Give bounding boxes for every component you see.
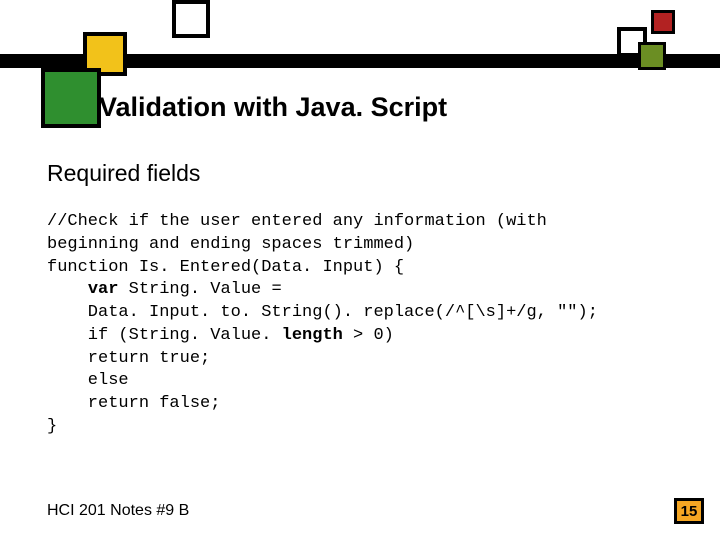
deco-square-white-1: [172, 0, 210, 38]
code-keyword-var: var: [88, 280, 119, 299]
slide-title: Validation with Java. Script: [99, 92, 447, 123]
code-block: //Check if the user entered any informat…: [47, 211, 598, 439]
code-text: String. Value =: [118, 280, 281, 299]
code-indent: [47, 280, 88, 299]
code-line: function Is. Entered(Data. Input) {: [47, 258, 404, 277]
deco-square-green: [41, 68, 101, 128]
code-line: return true;: [47, 349, 210, 368]
code-line: }: [47, 417, 57, 436]
page-number: 15: [681, 503, 698, 520]
code-line: return false;: [47, 394, 220, 413]
slide-subtitle: Required fields: [47, 160, 200, 187]
code-line: Data. Input. to. String(). replace(/^[\s…: [47, 303, 598, 322]
code-keyword-length: length: [282, 326, 343, 345]
deco-square-red: [651, 10, 675, 34]
code-text: if (String. Value.: [47, 326, 282, 345]
page-number-box: 15: [674, 498, 704, 524]
code-line: beginning and ending spaces trimmed): [47, 235, 414, 254]
code-text: > 0): [343, 326, 394, 345]
code-line: //Check if the user entered any informat…: [47, 212, 547, 231]
footer-text: HCI 201 Notes #9 B: [47, 502, 189, 520]
deco-square-olive: [638, 42, 666, 70]
code-line: else: [47, 371, 129, 390]
